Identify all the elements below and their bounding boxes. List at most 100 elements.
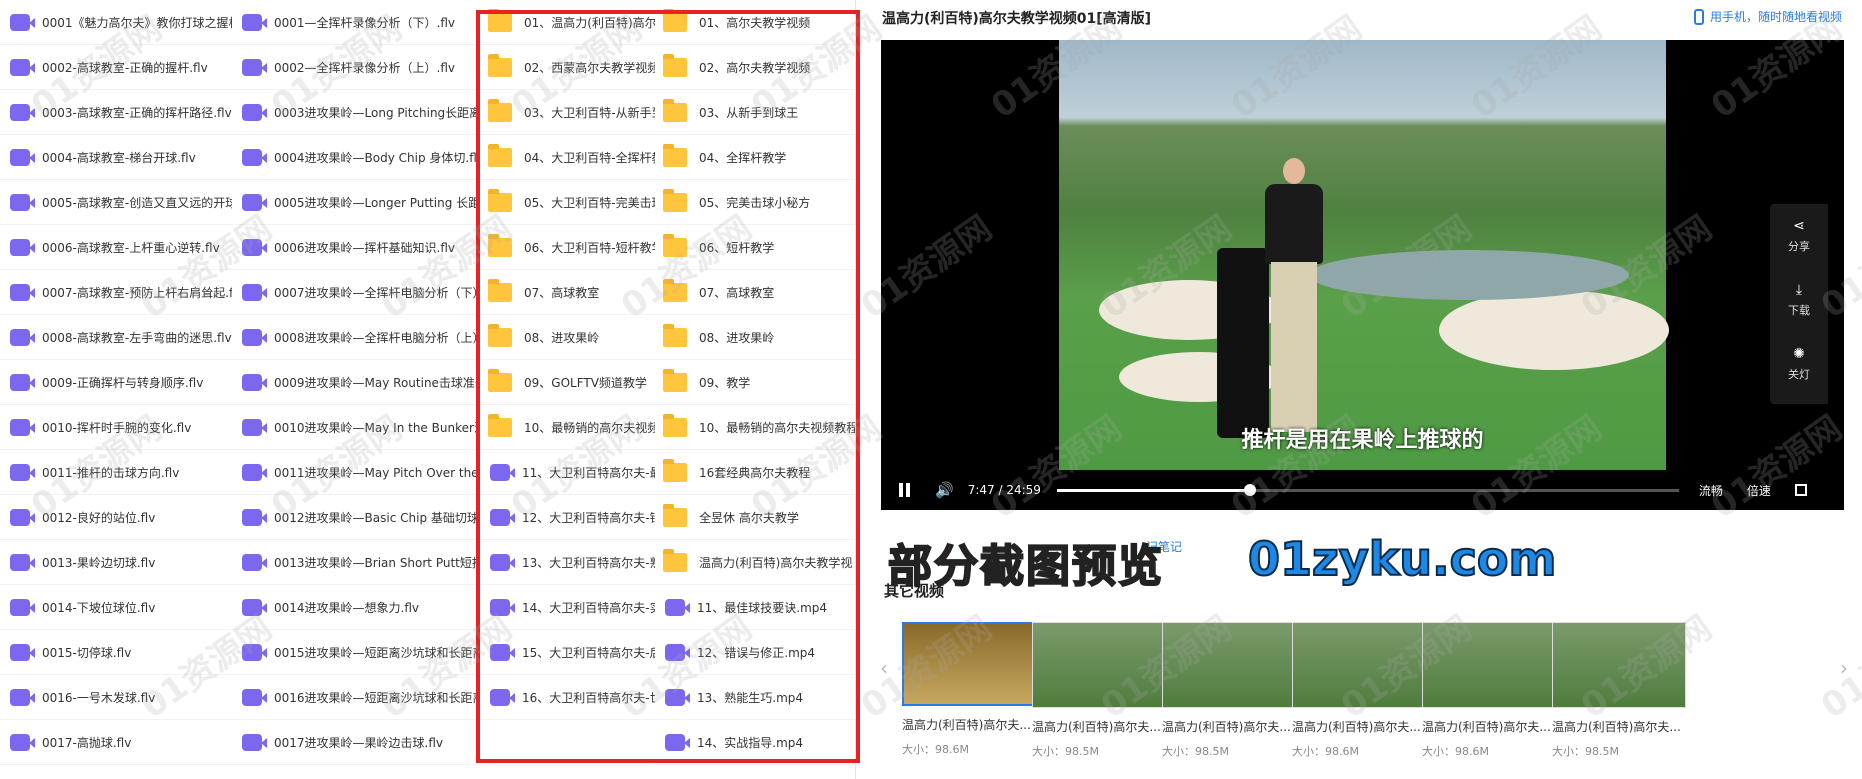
file-item[interactable]: 11、最佳球技要诀.mp4 (655, 585, 855, 630)
folder-item[interactable]: 03、大卫利百特-从新手到 (480, 90, 660, 135)
file-item[interactable]: 0010-挥杆时手腕的变化.flv (0, 405, 240, 450)
file-item[interactable]: 0012进攻果岭—Basic Chip 基础切球.fl (232, 495, 480, 540)
thumbnail-image[interactable] (1162, 622, 1296, 708)
folder-item[interactable]: 10、最畅销的高尔夫视频 (480, 405, 660, 450)
fullscreen-icon[interactable] (1794, 484, 1807, 496)
file-item[interactable]: 0002-高球教室-正确的握杆.flv (0, 45, 240, 90)
file-item[interactable]: 12、错误与修正.mp4 (655, 630, 855, 675)
progress-handle[interactable] (1244, 483, 1257, 496)
file-item[interactable]: 14、大卫利百特高尔夫-实 (480, 585, 660, 630)
file-item[interactable]: 0009进攻果岭—May Routine击球准备 (232, 360, 480, 405)
thumbnail-title[interactable]: 温高力(利百特)高尔夫... (1292, 718, 1424, 735)
quality-button[interactable]: 流畅 (1699, 482, 1723, 499)
file-item[interactable]: 0006-高球教室-上杆重心逆转.flv (0, 225, 240, 270)
file-item[interactable]: 0004-高球教室-梯台开球.flv (0, 135, 240, 180)
folder-item[interactable]: 08、进攻果岭 (655, 315, 855, 360)
thumbnail-image[interactable] (1032, 622, 1166, 708)
carousel-prev-icon[interactable]: ‹ (880, 656, 888, 680)
file-item[interactable]: 0007-高球教室-预防上杆右肩耸起.flv (0, 270, 240, 315)
file-item[interactable]: 16、大卫利百特高尔夫-世 (480, 675, 660, 720)
file-item[interactable]: 0017-高抛球.flv (0, 720, 240, 765)
file-item[interactable]: 0008进攻果岭—全挥杆电脑分析（上） (232, 315, 480, 360)
file-item[interactable]: 0015进攻果岭—短距离沙坑球和长距离 (232, 630, 480, 675)
folder-item[interactable]: 温高力(利百特)高尔夫教学视 (655, 540, 855, 585)
thumbnail-title[interactable]: 温高力(利百特)高尔夫... (1162, 718, 1294, 735)
file-item[interactable]: 0016进攻果岭—短距离沙坑球和长距离 (232, 675, 480, 720)
file-item[interactable]: 0014进攻果岭—想象力.flv (232, 585, 480, 630)
folder-item[interactable]: 09、GOLFTV频道教学 (480, 360, 660, 405)
file-item[interactable]: 0010进攻果岭—May In the Bunker沙坑 (232, 405, 480, 450)
file-item[interactable]: 0005进攻果岭—Longer Putting 长距离 (232, 180, 480, 225)
thumbnail-title[interactable]: 温高力(利百特)高尔夫... (1422, 718, 1554, 735)
video-thumbnail-card[interactable]: 温高力(利百特)高尔夫... 大小：98.5M (1552, 622, 1686, 759)
file-item[interactable]: 12、大卫利百特高尔夫-错 (480, 495, 660, 540)
folder-item[interactable]: 03、从新手到球王 (655, 90, 855, 135)
video-thumbnail-card[interactable]: 温高力(利百特)高尔夫... 大小：98.5M (1162, 622, 1296, 759)
carousel-next-icon[interactable]: › (1840, 656, 1848, 680)
file-item[interactable]: 0011-推杆的击球方向.flv (0, 450, 240, 495)
folder-item[interactable]: 07、高球教室 (480, 270, 660, 315)
file-item[interactable]: 0015-切停球.flv (0, 630, 240, 675)
folder-item[interactable]: 01、高尔夫教学视频 (655, 0, 855, 45)
video-thumbnail-card[interactable]: 温高力(利百特)高尔夫... 大小：98.6M (902, 622, 1034, 757)
file-item[interactable]: 0016-一号木发球.flv (0, 675, 240, 720)
file-item[interactable]: 13、熟能生巧.mp4 (655, 675, 855, 720)
file-item[interactable]: 0001《魅力高尔夫》教你打球之握杆 (0, 0, 240, 45)
folder-item[interactable]: 02、高尔夫教学视频 (655, 45, 855, 90)
file-item[interactable]: 0013进攻果岭—Brian Short Putt短推. (232, 540, 480, 585)
folder-item[interactable]: 07、高球教室 (655, 270, 855, 315)
folder-item[interactable]: 10、最畅销的高尔夫视频教程 (655, 405, 855, 450)
folder-item[interactable]: 05、完美击球小秘方 (655, 180, 855, 225)
file-item[interactable]: 0003进攻果岭—Long Pitching长距离劈 (232, 90, 480, 135)
file-item[interactable]: 0013-果岭边切球.flv (0, 540, 240, 585)
folder-item[interactable]: 02、西蒙高尔夫教学视频 (480, 45, 660, 90)
folder-item[interactable]: 06、短杆教学 (655, 225, 855, 270)
file-item[interactable]: 14、实战指导.mp4 (655, 720, 855, 765)
folder-item[interactable]: 16套经典高尔夫教程 (655, 450, 855, 495)
progress-bar[interactable] (1056, 483, 1679, 496)
video-thumbnail-card[interactable]: 温高力(利百特)高尔夫... 大小：98.5M (1032, 622, 1166, 759)
file-item[interactable]: 11、大卫利百特高尔夫-最 (480, 450, 660, 495)
thumbnail-image[interactable] (902, 622, 1034, 706)
file-item[interactable]: 0001—全挥杆录像分析（下）.flv (232, 0, 480, 45)
mobile-watch-link[interactable]: 用手机，随时随地看视频 (1693, 8, 1842, 25)
folder-item[interactable]: 全昱休 高尔夫教学 (655, 495, 855, 540)
file-item[interactable]: 0008-高球教室-左手弯曲的迷思.flv (0, 315, 240, 360)
folder-item[interactable]: 04、大卫利百特-全挥杆教 (480, 135, 660, 180)
thumbnail-image[interactable] (1292, 622, 1426, 708)
thumbnail-title[interactable]: 温高力(利百特)高尔夫... (1552, 718, 1684, 735)
file-item[interactable]: 15、大卫利百特高尔夫-后 (480, 630, 660, 675)
folder-item[interactable]: 01、温高力(利百特)高尔夫 (480, 0, 660, 45)
folder-item[interactable]: 09、教学 (655, 360, 855, 405)
file-item[interactable]: 0007进攻果岭—全挥杆电脑分析（下） (232, 270, 480, 315)
thumbnail-image[interactable] (1422, 622, 1556, 708)
file-item[interactable]: 0009-正确挥杆与转身顺序.flv (0, 360, 240, 405)
file-item[interactable]: 0006进攻果岭—挥杆基础知识.flv (232, 225, 480, 270)
side-tool-0[interactable]: ⋖ 分享 (1770, 204, 1828, 268)
file-item[interactable]: 0003-高球教室-正确的挥杆路径.flv (0, 90, 240, 135)
file-item[interactable]: 0017进攻果岭—果岭边击球.flv (232, 720, 480, 765)
thumbnail-title[interactable]: 温高力(利百特)高尔夫... (902, 716, 1034, 733)
file-item[interactable]: 0014-下坡位球位.flv (0, 585, 240, 630)
file-item[interactable]: 0005-高球教室-创造又直又远的开球 (0, 180, 240, 225)
file-item[interactable]: 13、大卫利百特高尔夫-熟 (480, 540, 660, 585)
file-item[interactable]: 0002—全挥杆录像分析（上）.flv (232, 45, 480, 90)
folder-item[interactable]: 06、大卫利百特-短杆教学 (480, 225, 660, 270)
folder-item[interactable]: 04、全挥杆教学 (655, 135, 855, 180)
file-item[interactable]: 0011进攻果岭—May Pitch Over the Bu (232, 450, 480, 495)
folder-item[interactable]: 05、大卫利百特-完美击球 (480, 180, 660, 225)
video-player[interactable]: 推杆是用在果岭上推球的 ⋖ 分享 ⤓ 下载 ✺ 关灯 🔊 7:47 / 24:59 流畅 … (881, 40, 1844, 510)
side-tool-1[interactable]: ⤓ 下载 (1770, 268, 1828, 332)
pause-button[interactable] (897, 482, 913, 498)
video-file-icon (665, 733, 690, 751)
file-item[interactable]: 0004进攻果岭—Body Chip 身体切.flv (232, 135, 480, 180)
video-thumbnail-card[interactable]: 温高力(利百特)高尔夫... 大小：98.6M (1292, 622, 1426, 759)
file-item[interactable]: 0012-良好的站位.flv (0, 495, 240, 540)
volume-icon[interactable]: 🔊 (935, 481, 954, 499)
thumbnail-image[interactable] (1552, 622, 1686, 708)
side-tool-2[interactable]: ✺ 关灯 (1770, 332, 1828, 396)
thumbnail-title[interactable]: 温高力(利百特)高尔夫... (1032, 718, 1164, 735)
speed-button[interactable]: 倍速 (1747, 482, 1771, 499)
folder-item[interactable]: 08、进攻果岭 (480, 315, 660, 360)
video-thumbnail-card[interactable]: 温高力(利百特)高尔夫... 大小：98.6M (1422, 622, 1556, 759)
